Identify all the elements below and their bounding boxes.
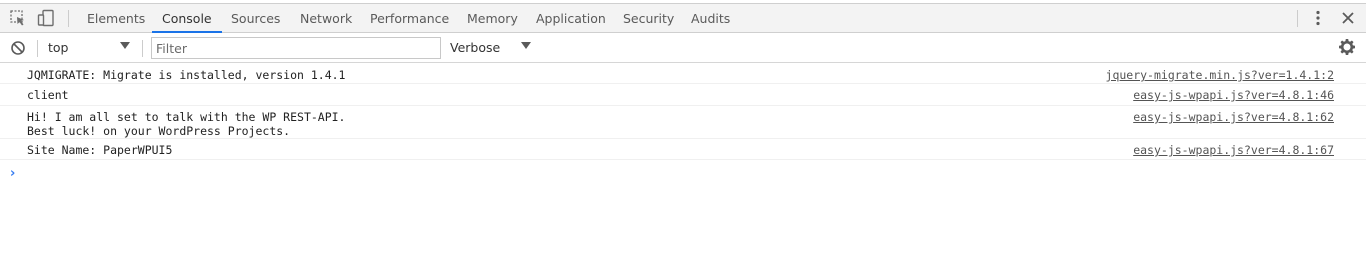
console-message: Site Name: PaperWPUI5 easy-js-wpapi.js?v… xyxy=(0,139,1366,160)
context-dropdown-arrow-icon[interactable] xyxy=(120,42,130,49)
console-message-source-link[interactable]: easy-js-wpapi.js?ver=4.8.1:67 xyxy=(1133,143,1334,157)
console-message-text: Hi! I am all set to talk with the WP RES… xyxy=(27,110,346,138)
console-prompt-icon[interactable]: › xyxy=(10,166,15,181)
tab-security[interactable]: Security xyxy=(613,4,684,33)
console-message-source-link[interactable]: easy-js-wpapi.js?ver=4.8.1:62 xyxy=(1133,110,1334,124)
tab-performance[interactable]: Performance xyxy=(360,4,459,33)
console-message-source-link[interactable]: easy-js-wpapi.js?ver=4.8.1:46 xyxy=(1133,88,1334,102)
console-message-text: JQMIGRATE: Migrate is installed, version… xyxy=(27,68,346,82)
device-toolbar-icon[interactable] xyxy=(37,9,55,27)
tab-network[interactable]: Network xyxy=(290,4,362,33)
console-toolbar: top Verbose xyxy=(0,33,1366,63)
tab-application[interactable]: Application xyxy=(526,4,616,33)
tab-memory[interactable]: Memory xyxy=(457,4,528,33)
filter-input[interactable] xyxy=(151,37,441,59)
close-icon[interactable] xyxy=(1339,9,1357,27)
tab-console[interactable]: Console xyxy=(152,4,222,33)
tab-elements[interactable]: Elements xyxy=(77,4,155,33)
toolbar-divider xyxy=(37,40,38,57)
console-message: JQMIGRATE: Migrate is installed, version… xyxy=(0,63,1366,84)
log-level-dropdown-arrow-icon[interactable] xyxy=(521,42,531,49)
kebab-menu-icon[interactable] xyxy=(1309,9,1327,27)
console-message-text: client xyxy=(27,88,69,102)
toolbar-divider xyxy=(1297,10,1298,27)
console-message: Hi! I am all set to talk with the WP RES… xyxy=(0,106,1366,139)
console-message: client easy-js-wpapi.js?ver=4.8.1:46 xyxy=(0,84,1366,106)
tab-sources[interactable]: Sources xyxy=(221,4,290,33)
console-message-source-link[interactable]: jquery-migrate.min.js?ver=1.4.1:2 xyxy=(1106,68,1334,82)
console-message-text: Site Name: PaperWPUI5 xyxy=(27,143,173,157)
toolbar-divider xyxy=(142,40,143,57)
log-level-selector[interactable]: Verbose xyxy=(450,40,500,55)
tab-audits[interactable]: Audits xyxy=(681,4,740,33)
toolbar-divider xyxy=(68,10,69,27)
clear-console-icon[interactable] xyxy=(9,39,27,57)
devtools-tab-bar: Elements Console Sources Network Perform… xyxy=(0,3,1366,33)
console-messages: JQMIGRATE: Migrate is installed, version… xyxy=(0,63,1366,160)
gear-icon[interactable] xyxy=(1338,38,1356,56)
element-picker-icon[interactable] xyxy=(9,9,27,27)
